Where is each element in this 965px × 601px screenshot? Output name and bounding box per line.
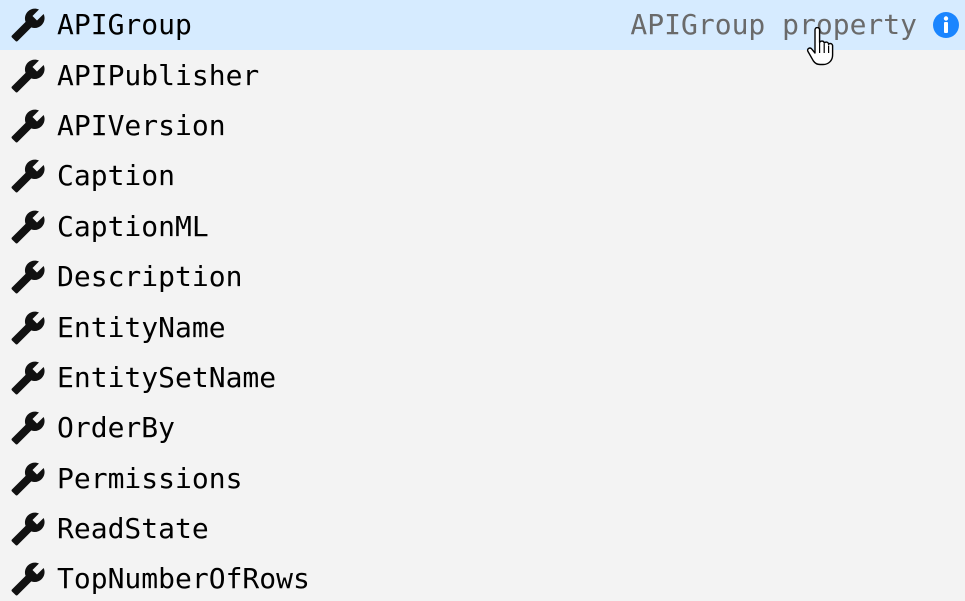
suggestion-label: EntityName [57, 310, 226, 344]
suggestion-item-caption[interactable]: Caption [0, 151, 965, 201]
wrench-icon [10, 461, 46, 497]
suggestion-item-entityname[interactable]: EntityName [0, 302, 965, 352]
suggestion-label: Permissions [57, 461, 243, 495]
wrench-icon [10, 561, 46, 597]
suggestion-item-apipublisher[interactable]: APIPublisher [0, 50, 965, 100]
wrench-icon [10, 7, 46, 43]
suggestion-item-orderby[interactable]: OrderBy [0, 403, 965, 453]
suggestion-label: OrderBy [57, 411, 176, 445]
suggestion-item-permissions[interactable]: Permissions [0, 454, 965, 504]
info-icon[interactable] [932, 11, 960, 39]
suggestion-label: ReadState [57, 512, 209, 546]
suggestion-label: Caption [57, 159, 176, 193]
wrench-icon [10, 410, 46, 446]
wrench-icon [10, 511, 46, 547]
suggestion-list: APIGroup APIGroup property APIPublisher … [0, 0, 965, 601]
suggestion-label: APIVersion [57, 108, 226, 142]
suggestion-label: CaptionML [57, 209, 209, 243]
suggestion-item-readstate[interactable]: ReadState [0, 504, 965, 554]
suggestion-item-topnumberofrows[interactable]: TopNumberOfRows [0, 554, 965, 601]
wrench-icon [10, 58, 46, 94]
suggestion-detail: APIGroup property [630, 8, 917, 42]
suggestion-item-apigroup[interactable]: APIGroup APIGroup property [0, 0, 965, 51]
suggestion-item-entitysetname[interactable]: EntitySetName [0, 353, 965, 403]
suggestion-label: EntitySetName [57, 360, 277, 394]
wrench-icon [10, 360, 46, 396]
wrench-icon [10, 209, 46, 245]
wrench-icon [10, 158, 46, 194]
suggest-widget: APIGroup APIGroup property APIPublisher … [0, 0, 965, 601]
suggestion-label: TopNumberOfRows [57, 562, 310, 596]
wrench-icon [10, 108, 46, 144]
wrench-icon [10, 259, 46, 295]
wrench-icon [10, 310, 46, 346]
suggestion-item-apiversion[interactable]: APIVersion [0, 101, 965, 151]
suggestion-label: APIGroup [57, 8, 192, 42]
suggestion-item-description[interactable]: Description [0, 252, 965, 302]
suggestion-item-captionml[interactable]: CaptionML [0, 202, 965, 252]
suggestion-label: Description [57, 260, 243, 294]
suggestion-label: APIPublisher [57, 58, 260, 92]
